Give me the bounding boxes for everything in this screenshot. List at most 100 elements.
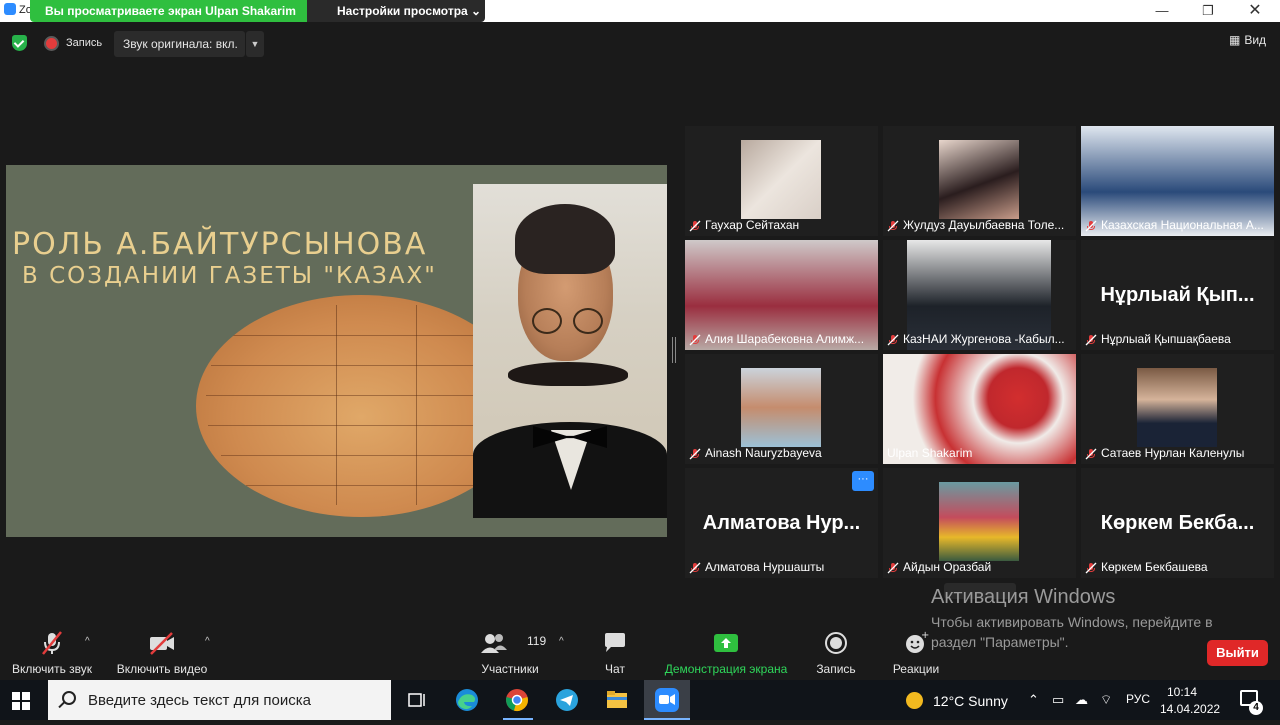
share-screen-label: Демонстрация экрана [664,662,788,676]
more-options-button[interactable]: ··· [852,471,874,491]
unmute-label: Включить звук [11,662,93,676]
participant-tile[interactable]: КазНАИ Жургенова -Кабыл... [883,240,1076,350]
view-label: Вид [1244,33,1267,47]
participant-name: Сатаев Нурлан Каленулы [1101,446,1245,460]
title-bar: Zo Вы просматриваете экран Ulpan Shakari… [0,0,1280,22]
participant-big-name: Нұрлыай Қып... [1100,284,1255,306]
windows-taskbar: Введите здесь текст для поиска [0,680,1280,720]
panel-resize-handle[interactable] [672,337,676,363]
audio-options-caret[interactable]: ^ [85,636,90,647]
participant-tile[interactable]: Айдын Оразбай [883,468,1076,578]
restore-icon[interactable]: ❐ [1185,0,1231,22]
start-video-label: Включить видео [116,662,208,676]
leave-button[interactable]: Выйти [1207,640,1268,666]
participant-tile[interactable]: Гаухар Сейтахан [685,126,878,236]
original-sound-dropdown[interactable]: ▼ [246,31,264,57]
participant-video [741,368,821,447]
onedrive-icon[interactable]: ☁ [1075,692,1088,708]
video-options-caret[interactable]: ^ [205,636,210,647]
participant-tile[interactable]: Ulpan Shakarim [883,354,1076,464]
participant-video [1137,368,1217,447]
participant-video [939,140,1019,219]
activation-watermark-title: Активация Windows [931,586,1116,608]
share-banner: Вы просматриваете экран Ulpan Shakarim [30,0,311,22]
close-icon[interactable]: ✕ [1232,0,1278,22]
participants-caret[interactable]: ^ [559,636,564,647]
recording-icon [46,38,57,49]
participant-tile[interactable]: Алия Шарабековна Алимж... [685,240,878,350]
participant-name: Казахская Национальная А... [1101,218,1264,232]
zoom-taskbar-active[interactable] [644,680,690,720]
taskbar-search-input[interactable]: Введите здесь текст для поиска [48,680,391,720]
participants-label: Участники [481,662,539,676]
slide-title: РОЛЬ А.БАЙТУРСЫНОВА [12,227,428,262]
record-icon [825,632,847,654]
telegram-icon[interactable] [552,686,582,714]
view-settings-button[interactable]: Настройки просмотра ⌄ [307,0,485,22]
participant-name: КазНАИ Жургенова -Кабыл... [903,332,1065,346]
edge-browser-icon[interactable] [452,686,482,714]
microphone-muted-icon [42,631,62,655]
chat-label: Чат [605,662,625,676]
share-screen-button[interactable]: Демонстрация экрана [661,630,791,676]
notifications-count: 4 [1249,701,1263,715]
participant-name: Ainash Nauryzbayeva [705,446,822,460]
file-explorer-icon[interactable] [602,686,632,714]
weather-desc: Sunny [968,693,1008,709]
start-video-button[interactable]: Включить видео [114,630,210,676]
participants-button[interactable]: 119 Участники [478,630,546,676]
recording-label: Запись [66,37,103,49]
participant-big-name: Көркем Бекба... [1100,512,1255,534]
chat-button[interactable]: Чат [598,630,632,676]
participant-tile[interactable]: Көркем Бекба... Көркем Бекбашева [1081,468,1274,578]
participant-name: Алматова Нуршашты [705,560,825,574]
participants-icon: 119 [480,630,546,656]
taskbar-clock[interactable]: 10:14 14.04.2022 [1160,684,1221,718]
meet-now-icon[interactable]: ▭ [1052,692,1064,708]
record-button[interactable]: Запись [814,630,858,676]
network-icon[interactable]: ⌔ [1100,692,1112,708]
participant-name: Көркем Бекбашева [1101,560,1208,574]
clock-date: 14.04.2022 [1160,702,1221,716]
reactions-button[interactable]: + Реакции [889,630,943,676]
participant-big-name: Алматова Нур... [702,512,861,534]
chrome-browser-icon[interactable] [502,686,532,714]
encryption-shield-icon[interactable] [12,35,27,51]
windows-start-icon[interactable] [12,692,30,710]
chat-icon [605,633,625,652]
sun-icon [906,692,923,709]
slide-subtitle: В СОЗДАНИИ ГАЗЕТЫ "КАЗАХ" [22,263,437,289]
participant-tile[interactable]: Нұрлыай Қып... Нұрлыай Қыпшақбаева [1081,240,1274,350]
video-off-icon [150,632,174,655]
participant-video [741,140,821,219]
share-screen-icon [714,634,738,652]
svg-text:+: + [921,630,929,641]
minimize-icon[interactable]: — [1139,0,1185,22]
participant-name: Нұрлыай Қыпшақбаева [1101,332,1231,346]
view-button[interactable]: ▦ Вид [1229,33,1266,47]
participant-video [939,482,1019,561]
zoom-logo-icon [4,3,16,15]
app-title: Zo [4,3,32,16]
show-hidden-icons[interactable]: ⌃ [1028,692,1039,708]
task-view-icon[interactable] [402,686,432,714]
participant-tile[interactable]: Казахская Национальная А... [1081,126,1274,236]
participant-name: Алия Шарабековна Алимж... [705,332,865,346]
participant-name: Жулдуз Дауылбаевна Толе... [903,218,1065,232]
view-settings-label: Настройки просмотра [337,4,468,18]
shared-screen: РОЛЬ А.БАЙТУРСЫНОВА В СОЗДАНИИ ГАЗЕТЫ "К… [6,165,667,537]
participant-tile[interactable]: Сатаев Нурлан Каленулы [1081,354,1274,464]
participant-tile[interactable]: Жулдуз Дауылбаевна Толе... [883,126,1076,236]
participant-tile[interactable]: Алматова Нур... Алматова Нуршашты [685,468,878,578]
weather-temp: 12°C [933,693,965,709]
weather-widget[interactable]: 12°C Sunny [906,692,1008,709]
participant-name: Гаухар Сейтахан [705,218,800,232]
participant-name: Ulpan Shakarim [887,446,973,460]
language-indicator[interactable]: РУС [1126,692,1150,706]
participant-tile[interactable]: Ainash Nauryzbayeva [685,354,878,464]
record-label: Запись [816,662,856,676]
unmute-button[interactable]: Включить звук [10,630,94,676]
participants-count: 119 [527,634,547,648]
reactions-label: Реакции [892,662,940,676]
original-sound-button[interactable]: Звук оригинала: вкл. [114,31,245,57]
